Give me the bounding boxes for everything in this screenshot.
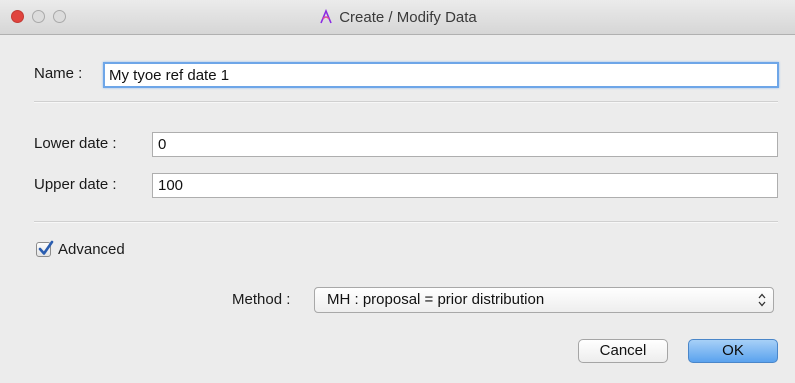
ok-button[interactable]: OK [688, 339, 778, 363]
name-label: Name : [34, 65, 83, 82]
advanced-label[interactable]: Advanced [58, 241, 125, 258]
advanced-checkbox[interactable] [36, 240, 54, 257]
window-title: Create / Modify Data [339, 8, 477, 26]
method-select-value: MH : proposal = prior distribution [327, 291, 545, 308]
lower-date-field[interactable] [152, 132, 778, 157]
app-icon [320, 9, 332, 24]
cancel-button[interactable]: Cancel [578, 339, 668, 363]
title-bar: Create / Modify Data [0, 0, 795, 35]
name-field[interactable] [103, 62, 779, 88]
method-select[interactable]: MH : proposal = prior distribution [314, 287, 774, 313]
updown-arrows-icon [758, 293, 766, 307]
upper-date-label: Upper date : [34, 176, 117, 193]
separator-middle [34, 221, 778, 223]
method-label: Method : [232, 291, 291, 308]
checkmark-icon [38, 240, 54, 255]
separator-top [34, 101, 778, 103]
lower-date-label: Lower date : [34, 135, 117, 152]
window-title-group: Create / Modify Data [0, 0, 795, 34]
dialog-window: Create / Modify Data Name : Lower date :… [0, 0, 795, 383]
upper-date-field[interactable] [152, 173, 778, 198]
